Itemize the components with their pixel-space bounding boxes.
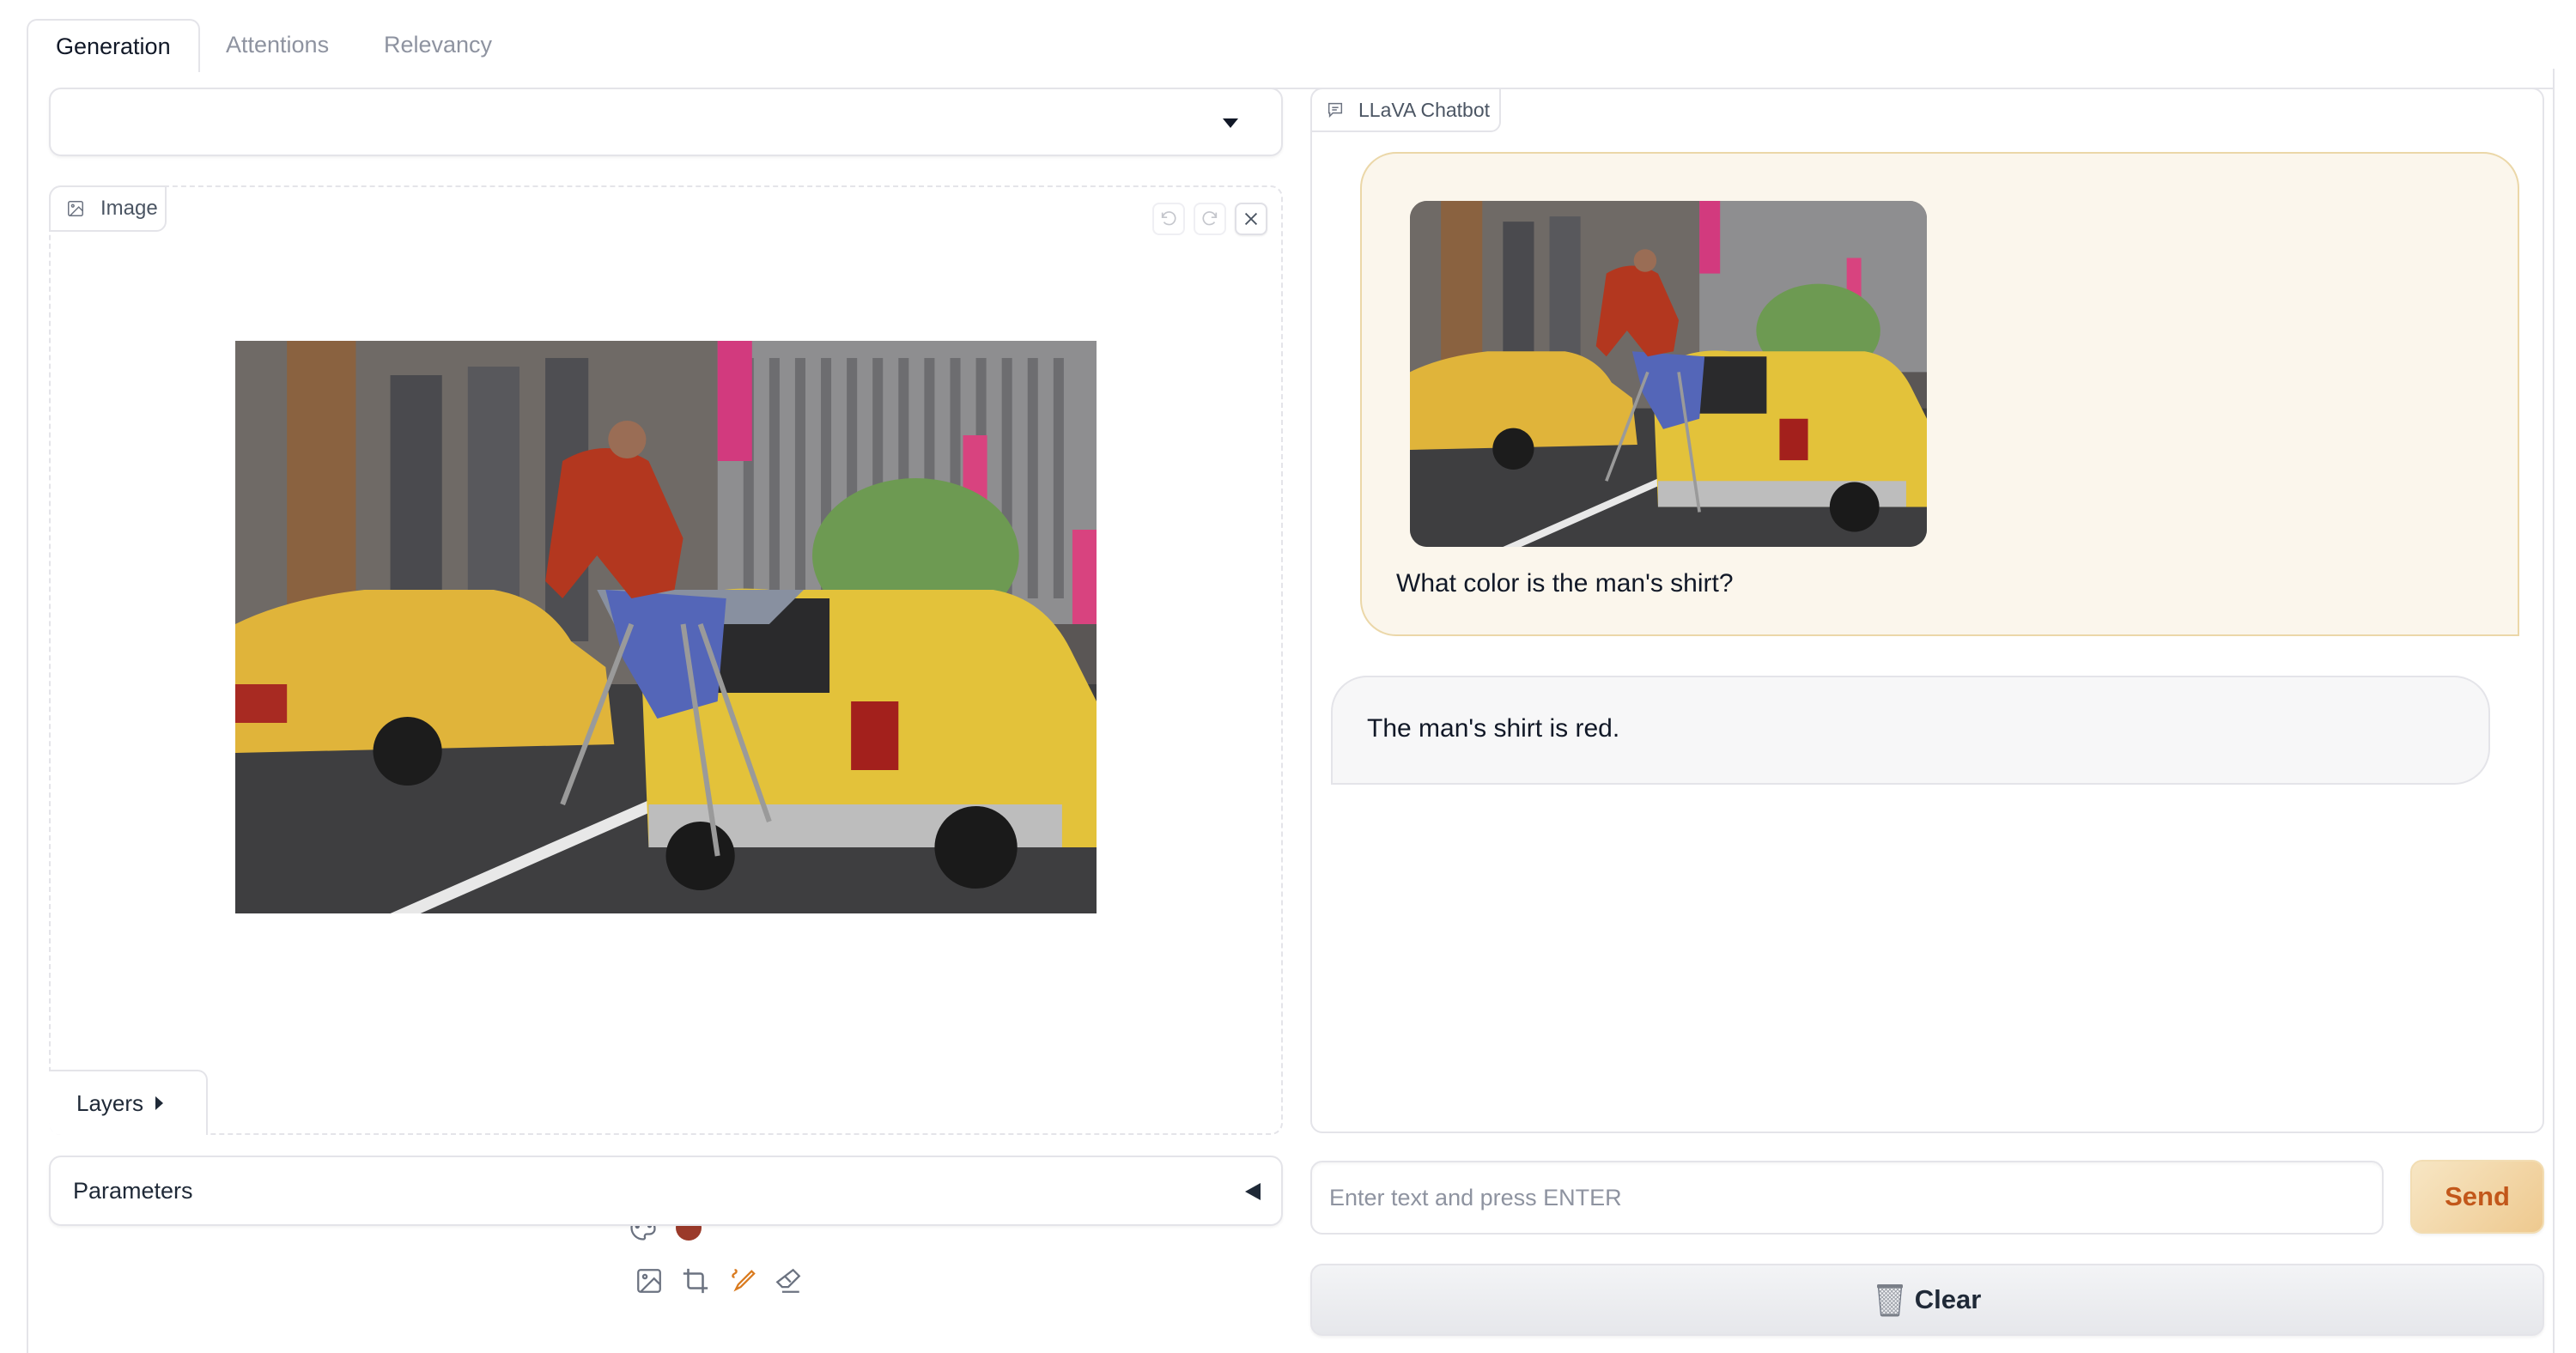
- chatbot-label-text: LLaVA Chatbot: [1358, 98, 1491, 121]
- editor-controls: [1152, 203, 1267, 235]
- close-icon: [1244, 212, 1258, 226]
- caret-right-icon: [155, 1096, 164, 1110]
- clear-button[interactable]: Clear: [1310, 1264, 2544, 1336]
- crop-tool-button[interactable]: [681, 1266, 710, 1295]
- scene-thumbnail: [1410, 201, 1927, 547]
- image-block-label: Image: [49, 185, 167, 232]
- parameters-label: Parameters: [73, 1178, 193, 1204]
- parameters-accordion[interactable]: Parameters: [49, 1156, 1283, 1226]
- undo-button[interactable]: [1152, 203, 1185, 235]
- editor-toolbar: [635, 1266, 803, 1295]
- tab-generation[interactable]: Generation: [27, 19, 200, 72]
- clear-label: Clear: [1914, 1284, 1982, 1314]
- chatbot-label: LLaVA Chatbot: [1312, 89, 1501, 132]
- tab-nav: Generation Attentions Relevancy: [27, 19, 2555, 89]
- user-message-image[interactable]: [1410, 201, 1927, 547]
- tab-attentions[interactable]: Attentions: [198, 19, 356, 70]
- redo-icon: [1202, 211, 1218, 226]
- image-icon: [637, 1269, 661, 1293]
- layers-button[interactable]: Layers: [49, 1070, 208, 1135]
- user-message-text: What color is the man's shirt?: [1396, 569, 1734, 598]
- chatbot-panel: LLaVA Chatbot What color is the man's sh…: [1310, 88, 2544, 1133]
- undo-icon: [1161, 211, 1176, 226]
- chat-input[interactable]: [1310, 1161, 2384, 1235]
- eraser-tool-button[interactable]: [774, 1266, 803, 1295]
- redo-button[interactable]: [1194, 203, 1226, 235]
- scene-illustration: [235, 341, 1097, 913]
- clear-image-button[interactable]: [1235, 203, 1267, 235]
- image-label-text: Image: [100, 197, 158, 220]
- user-message: What color is the man's shirt?: [1360, 152, 2519, 636]
- crop-icon: [683, 1268, 708, 1294]
- model-dropdown[interactable]: [49, 88, 1283, 156]
- eraser-icon: [775, 1268, 801, 1293]
- image-editor: Image Layers: [49, 185, 1283, 1294]
- caret-down-icon: [1223, 118, 1238, 128]
- send-button[interactable]: Send: [2410, 1160, 2544, 1234]
- bot-message-text: The man's shirt is red.: [1367, 714, 1620, 743]
- bot-message: The man's shirt is red.: [1331, 676, 2490, 785]
- chat-icon: [1327, 102, 1343, 118]
- brush-icon: [732, 1269, 756, 1292]
- wastebasket-icon: [1876, 1284, 1903, 1317]
- brush-tool-button[interactable]: [727, 1266, 756, 1295]
- layers-label: Layers: [76, 1089, 144, 1116]
- image-tool-button[interactable]: [635, 1266, 664, 1295]
- image-icon: [68, 201, 83, 216]
- uploaded-image[interactable]: [235, 341, 1097, 913]
- caret-left-icon: [1245, 1183, 1261, 1200]
- tab-relevancy[interactable]: Relevancy: [356, 19, 519, 70]
